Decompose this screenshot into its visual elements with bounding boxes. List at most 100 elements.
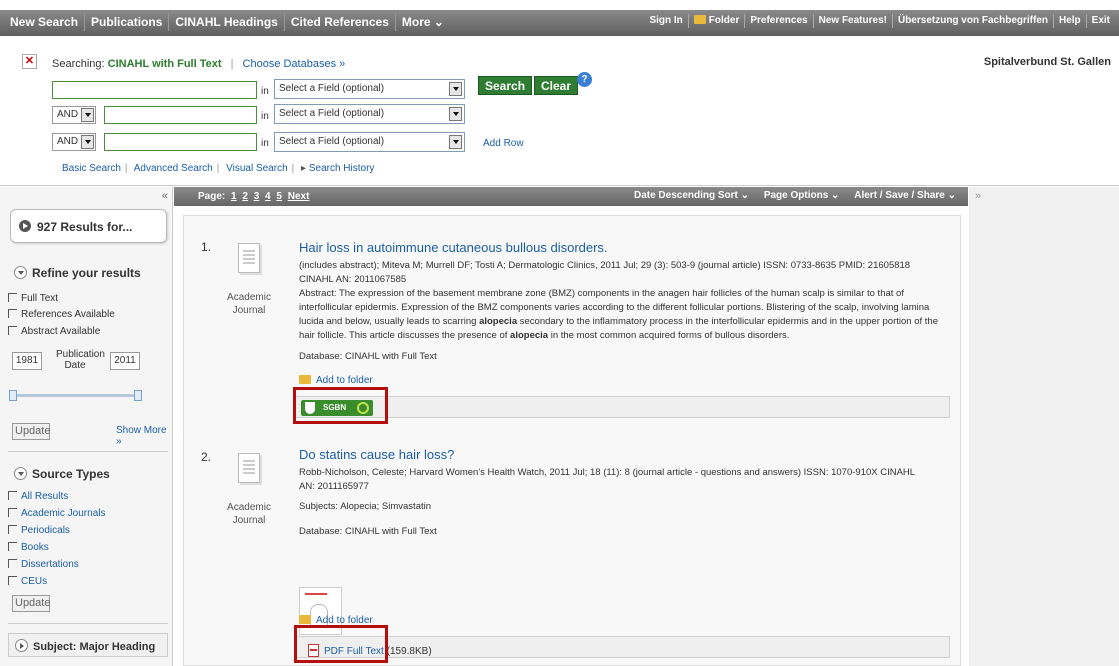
year-from-input[interactable]: 1981 — [12, 352, 42, 370]
search-term-input-1[interactable] — [52, 81, 257, 99]
separator: | — [291, 163, 295, 174]
collapse-sidebar-button[interactable]: « — [162, 190, 168, 202]
checkbox[interactable] — [8, 525, 17, 534]
search-history-link[interactable]: Search History — [309, 163, 375, 174]
boolean-select-2[interactable]: AND — [52, 106, 96, 124]
nav-more[interactable]: More ⌄ — [396, 13, 450, 31]
date-slider[interactable] — [9, 390, 142, 401]
add-to-folder-link[interactable]: Add to folder — [299, 375, 373, 386]
checkbox[interactable] — [8, 559, 17, 568]
result-meta: Robb-Nicholson, Celeste; Harvard Women's… — [299, 466, 954, 494]
separator: | — [124, 163, 128, 174]
boolean-select-3[interactable]: AND — [52, 133, 96, 151]
source-all-results[interactable]: All Results — [8, 491, 68, 502]
source-label: Dissertations — [21, 559, 79, 570]
source-books[interactable]: Books — [8, 542, 49, 553]
result-meta: (includes abstract); Miteva M; Murrell D… — [299, 259, 954, 287]
nav-new-features[interactable]: New Features! — [814, 14, 893, 28]
refine-references[interactable]: References Available — [8, 309, 115, 320]
results-icon — [19, 220, 31, 232]
result-meta-line-1: (includes abstract); Miteva M; Murrell D… — [299, 260, 911, 271]
page-options-dropdown[interactable]: Page Options ⌄ — [764, 190, 840, 201]
sort-dropdown[interactable]: Date Descending Sort ⌄ — [634, 190, 749, 201]
nav-help[interactable]: Help — [1054, 14, 1087, 28]
advanced-search-link[interactable]: Advanced Search — [134, 163, 213, 174]
help-icon[interactable]: ? — [577, 72, 592, 87]
nav-exit[interactable]: Exit — [1087, 14, 1115, 28]
update-button[interactable]: Update — [12, 595, 50, 612]
page-3-link[interactable]: 3 — [254, 191, 260, 202]
in-label: in — [261, 86, 269, 97]
page-5-link[interactable]: 5 — [276, 191, 282, 202]
checkbox[interactable] — [8, 576, 17, 585]
expand-right-panel-button[interactable]: » — [975, 190, 981, 202]
source-ceus[interactable]: CEUs — [8, 576, 47, 587]
nav-publications[interactable]: Publications — [85, 13, 170, 31]
clear-button[interactable]: Clear — [534, 76, 579, 95]
chevron-down-icon — [81, 108, 94, 122]
choose-databases-link[interactable]: Choose Databases » — [243, 58, 346, 70]
field-select-2[interactable]: Select a Field (optional) — [274, 104, 465, 124]
result-subjects: Subjects: Alopecia; Simvastatin — [299, 501, 432, 512]
next-page-link[interactable]: Next — [288, 191, 310, 202]
source-label: All Results — [21, 491, 69, 502]
checkbox[interactable] — [8, 508, 17, 517]
nav-translation[interactable]: Übersetzung von Fachbegriffen — [893, 14, 1054, 28]
publication-date-label: Publication Date — [56, 349, 105, 371]
result-title-link[interactable]: Do statins cause hair loss? — [299, 447, 454, 462]
nav-sign-in[interactable]: Sign In — [644, 14, 689, 28]
checkbox[interactable] — [8, 309, 17, 318]
alert-save-share-dropdown[interactable]: Alert / Save / Share ⌄ — [854, 190, 956, 201]
page-4-link[interactable]: 4 — [265, 191, 271, 202]
year-to-input[interactable]: 2011 — [110, 352, 140, 370]
nav-folder[interactable]: Folder — [689, 14, 746, 28]
source-dissertations[interactable]: Dissertations — [8, 559, 79, 570]
nav-cited-references[interactable]: Cited References — [285, 13, 396, 31]
subject-heading-box[interactable]: Subject: Major Heading — [8, 633, 168, 657]
nav-preferences[interactable]: Preferences — [745, 14, 814, 28]
nav-folder-label: Folder — [708, 15, 740, 26]
divider — [8, 451, 168, 452]
publication-type: Academic Journal — [219, 291, 279, 317]
basic-search-link[interactable]: Basic Search — [62, 163, 121, 174]
field-select-3[interactable]: Select a Field (optional) — [274, 132, 465, 152]
page-bar: Page: 1 2 3 4 5 Next Date Descending Sor… — [174, 187, 968, 206]
checkbox[interactable] — [8, 542, 17, 551]
visual-search-link[interactable]: Visual Search — [226, 163, 288, 174]
result-title-link[interactable]: Hair loss in autoimmune cutaneous bullou… — [299, 240, 608, 255]
checkbox[interactable] — [8, 491, 17, 500]
field-select-1[interactable]: Select a Field (optional) — [274, 79, 465, 99]
add-to-folder-label: Add to folder — [316, 375, 373, 386]
document-icon — [232, 241, 268, 277]
add-row-link[interactable]: Add Row — [483, 138, 524, 149]
close-icon[interactable]: ✕ — [22, 54, 37, 69]
refine-abstract[interactable]: Abstract Available — [8, 326, 100, 337]
result-number: 2. — [201, 450, 212, 464]
chevron-down-icon — [14, 467, 27, 480]
source-types-heading[interactable]: Source Types — [14, 467, 110, 481]
organization-name: Spitalverbund St. Gallen — [983, 56, 1111, 68]
field-select-text: Select a Field (optional) — [279, 83, 385, 94]
result-meta-line-2: CINAHL AN: 2011067585 — [299, 274, 407, 285]
pubtype-line-1: Academic — [227, 292, 271, 303]
refine-full-text[interactable]: Full Text — [8, 293, 58, 304]
show-more-link[interactable]: Show More » — [116, 425, 172, 447]
source-periodicals[interactable]: Periodicals — [8, 525, 70, 536]
search-term-input-3[interactable] — [104, 133, 257, 151]
refine-heading[interactable]: Refine your results — [14, 266, 141, 280]
slider-handle-right[interactable] — [134, 390, 142, 401]
search-button[interactable]: Search — [478, 76, 533, 95]
checkbox[interactable] — [8, 293, 17, 302]
checkbox[interactable] — [8, 326, 17, 335]
search-term-input-2[interactable] — [104, 106, 257, 124]
nav-cinahl-headings[interactable]: CINAHL Headings — [169, 13, 285, 31]
source-academic-journals[interactable]: Academic Journals — [8, 508, 105, 519]
document-page-shape — [238, 453, 260, 483]
update-button[interactable]: Update — [12, 423, 50, 440]
nav-new-search[interactable]: New Search — [4, 13, 86, 31]
pubtype-line-2: Journal — [232, 305, 266, 316]
page-1-link[interactable]: 1 — [231, 191, 237, 202]
slider-handle-left[interactable] — [9, 390, 17, 401]
page-2-link[interactable]: 2 — [242, 191, 248, 202]
refine-label: Full Text — [21, 293, 59, 304]
